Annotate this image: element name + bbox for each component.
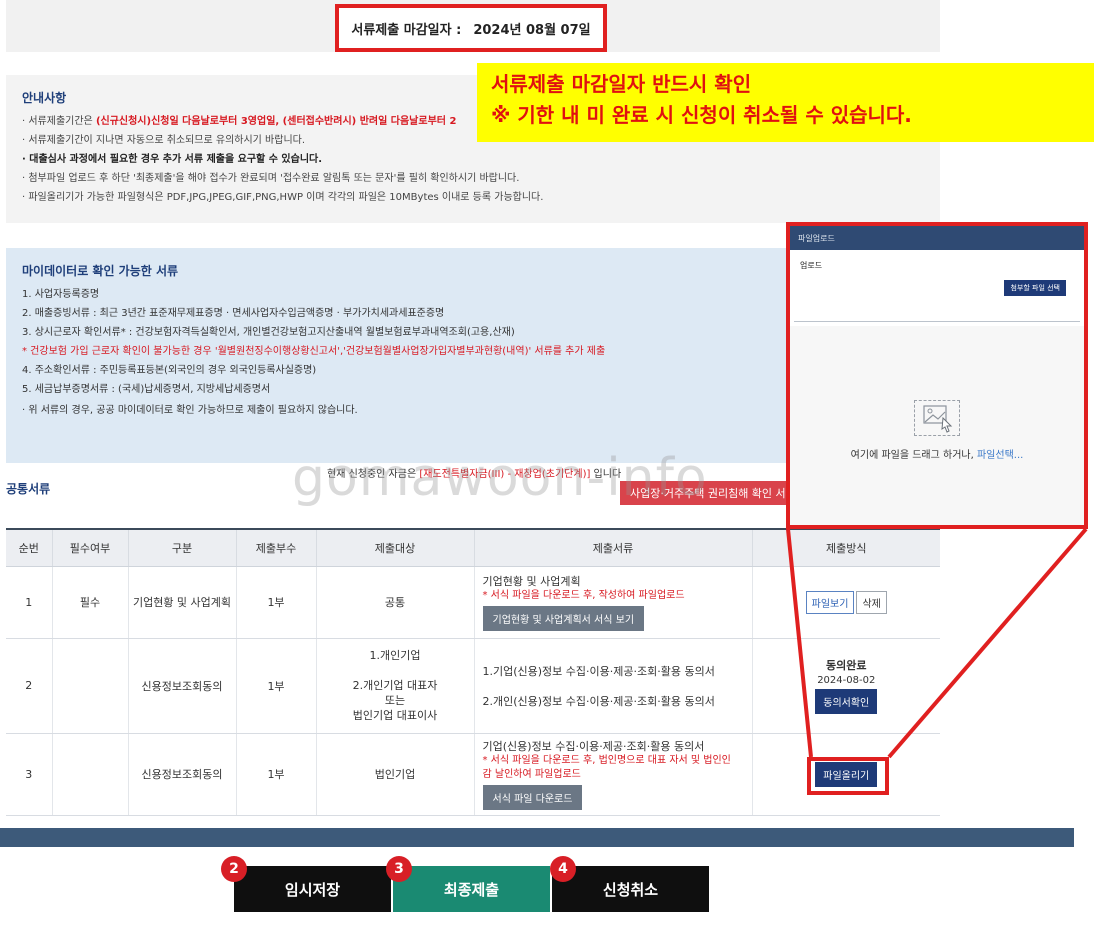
step-badge: 4 [550,856,576,882]
drop-instruction: 여기에 파일을 드래그 하거나, [850,450,977,461]
image-upload-icon [914,400,960,436]
table-row: 3 신용정보조회동의 1부 법인기업 기업(신용)정보 수집·이용·제공·조회·… [6,733,940,816]
cancel-application-button[interactable]: 신청취소 [552,866,709,912]
modal-header: 파일업로드 [790,226,1084,250]
table-header-row: 순번 필수여부 구분 제출부수 제출대상 제출서류 제출방식 [6,528,940,567]
consent-date: 2024-08-02 [817,675,876,686]
header-documents: 제출서류 [474,528,753,567]
deadline-label: 서류제출 마감일자 : [351,22,462,38]
common-docs-title: 공통서류 [6,482,51,496]
notice-item: · 대출심사 과정에서 필요한 경우 추가 서류 제출을 요구할 수 있습니다. [22,154,323,165]
header-required: 필수여부 [52,528,129,567]
header-method: 제출방식 [752,528,940,567]
mydata-line: 3. 상시근로자 확인서류* : 건강보험자격득실확인서, 개인별건강보험고지산… [22,327,515,338]
final-submit-button[interactable]: 최종제출 [393,866,550,912]
delete-file-button[interactable]: 삭제 [856,590,887,614]
step-badge: 3 [386,856,412,882]
header-target: 제출대상 [316,528,475,567]
modal-upload-label: 업로드 [800,261,823,270]
choose-file-link[interactable]: 파일선택... [977,450,1023,461]
consent-status: 동의완료 [826,659,867,672]
documents-table: 순번 필수여부 구분 제출부수 제출대상 제출서류 제출방식 1 필수 기업현황… [6,528,940,816]
file-upload-modal: 파일업로드 업로드 첨부할 파일 선택 여기에 파일을 드래그 하거나, 파일선… [786,222,1088,529]
bottom-bar [0,828,1074,847]
modal-upload-area: 업로드 첨부할 파일 선택 [794,250,1080,322]
table-row: 1 필수 기업현황 및 사업계획 1부 공통 기업현황 및 사업계획 * 서식 … [6,566,940,639]
notice-item: · 파일올리기가 가능한 파일형식은 PDF,JPG,JPEG,GIF,PNG,… [22,192,544,203]
notice-item: · 첨부파일 업로드 후 하단 '최종제출'을 해야 접수가 완료되며 '접수완… [22,173,520,184]
consent-confirm-button[interactable]: 동의서확인 [815,689,878,714]
deadline-box: 서류제출 마감일자 : 2024년 08월 07일 [335,4,607,52]
header-no: 순번 [6,528,53,567]
header-category: 구분 [128,528,237,567]
mydata-line: 1. 사업자등록증명 [22,289,100,300]
mydata-line: 5. 세금납부증명서류 : (국세)납세증명서, 지방세납세증명서 [22,384,271,395]
deadline-date: 2024년 08월 07일 [473,22,591,38]
view-file-button[interactable]: 파일보기 [805,590,855,614]
business-plan-form-button[interactable]: 기업현황 및 사업계획서 서식 보기 [482,605,645,631]
temporary-save-button[interactable]: 임시저장 [234,866,391,912]
upload-button-highlight [807,757,889,795]
deadline-callout: 서류제출 마감일자 반드시 확인 ※ 기한 내 미 완료 시 신청이 취소될 수… [477,63,1094,142]
mydata-line: 2. 매출증빙서류 : 최근 3년간 표준재무제표증명 · 면세사업자수입금액증… [22,308,445,319]
select-file-button[interactable]: 첨부할 파일 선택 [1004,280,1066,296]
callout-line-1: 서류제출 마감일자 반드시 확인 [491,72,752,96]
mydata-line: · 위 서류의 경우, 공공 마이데이터로 확인 가능하므로 제출이 필요하지 … [22,405,358,416]
form-download-button[interactable]: 서식 파일 다운로드 [482,784,583,810]
mydata-title: 마이데이터로 확인 가능한 서류 [22,264,179,278]
header-copies: 제출부수 [236,528,317,567]
table-row: 2 신용정보조회동의 1부 1.개인기업 2.개인기업 대표자 또는 법인기업 … [6,638,940,734]
step-badge: 2 [221,856,247,882]
mydata-panel: 마이데이터로 확인 가능한 서류 1. 사업자등록증명 2. 매출증빙서류 : … [6,248,786,463]
file-drop-zone[interactable]: 여기에 파일을 드래그 하거나, 파일선택... [790,326,1084,525]
mydata-line: 4. 주소확인서류 : 주민등록표등본(외국인의 경우 외국인등록사실증명) [22,365,317,376]
callout-line-2: ※ 기한 내 미 완료 시 신청이 취소될 수 있습니다. [491,103,912,127]
watermark: gomawoon-info [292,448,708,508]
mydata-line: * 건강보험 가입 근로자 확인이 불가능한 경우 '월별원천징수이행상황신고서… [22,346,606,357]
